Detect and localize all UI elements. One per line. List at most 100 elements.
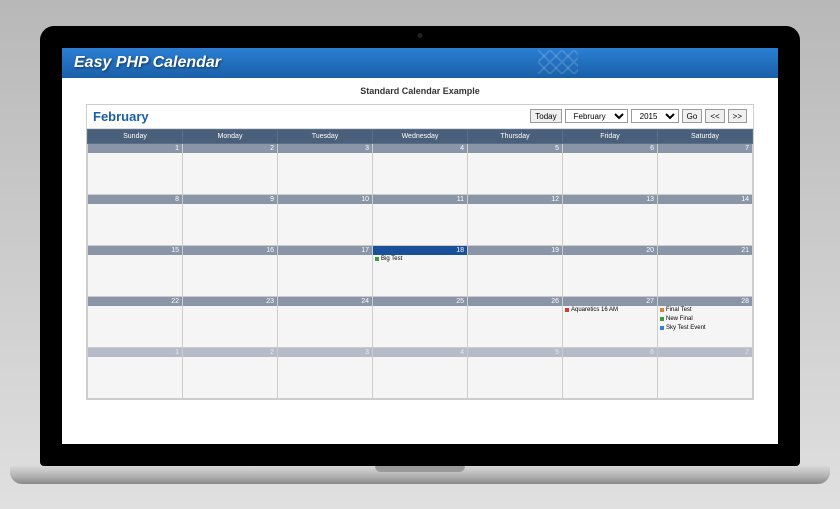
laptop-base [10, 466, 830, 484]
event-color-dot-icon [660, 326, 664, 330]
day-header: Thursday [468, 129, 563, 143]
day-number: 2 [183, 348, 277, 357]
calendar-day-cell[interactable]: 12 [468, 194, 563, 245]
calendar-week-row: 1234567 [88, 347, 753, 398]
day-number: 6 [563, 144, 657, 153]
day-number: 1 [88, 348, 182, 357]
event-color-dot-icon [375, 257, 379, 261]
month-label: February [93, 109, 149, 124]
calendar-day-cell[interactable]: 19 [468, 245, 563, 296]
calendar-event[interactable]: Aquaretics 16 AM [563, 306, 657, 315]
calendar-grid: SundayMondayTuesdayWednesdayThursdayFrid… [87, 129, 753, 399]
calendar-day-cell[interactable]: 22 [88, 296, 183, 347]
laptop-notch [375, 466, 465, 472]
calendar-day-cell[interactable]: 8 [88, 194, 183, 245]
day-number: 14 [658, 195, 752, 204]
day-header: Tuesday [278, 129, 373, 143]
day-number: 23 [183, 297, 277, 306]
header-pattern-icon [538, 50, 578, 74]
calendar-day-cell[interactable]: 24 [278, 296, 373, 347]
calendar-event[interactable]: Big Test [373, 255, 467, 264]
day-header: Saturday [658, 129, 753, 143]
calendar-day-cell[interactable]: 5 [468, 347, 563, 398]
day-number: 26 [468, 297, 562, 306]
calendar-day-cell[interactable]: 28Final TestNew FinalSky Test Event [658, 296, 753, 347]
laptop-frame: Easy PHP Calendar Standard Calendar Exam… [40, 26, 800, 484]
calendar-day-cell[interactable]: 26 [468, 296, 563, 347]
calendar-event[interactable]: Sky Test Event [658, 324, 752, 333]
calendar-day-cell[interactable]: 1 [88, 347, 183, 398]
go-button[interactable]: Go [682, 109, 703, 123]
calendar-day-cell[interactable]: 6 [563, 143, 658, 194]
calendar-day-cell[interactable]: 4 [373, 143, 468, 194]
calendar-day-cell[interactable]: 3 [278, 143, 373, 194]
calendar-day-cell[interactable]: 2 [183, 347, 278, 398]
calendar-day-cell[interactable]: 9 [183, 194, 278, 245]
event-color-dot-icon [660, 308, 664, 312]
day-number: 15 [88, 246, 182, 255]
event-color-dot-icon [565, 308, 569, 312]
today-button[interactable]: Today [530, 109, 561, 123]
calendar-day-cell[interactable]: 16 [183, 245, 278, 296]
day-number: 16 [183, 246, 277, 255]
day-number: 10 [278, 195, 372, 204]
calendar-day-cell[interactable]: 5 [468, 143, 563, 194]
day-number: 1 [88, 144, 182, 153]
calendar-day-cell[interactable]: 25 [373, 296, 468, 347]
day-number: 4 [373, 144, 467, 153]
day-header-row: SundayMondayTuesdayWednesdayThursdayFrid… [88, 129, 753, 143]
calendar-day-cell[interactable]: 15 [88, 245, 183, 296]
day-number: 7 [658, 144, 752, 153]
calendar-day-cell[interactable]: 23 [183, 296, 278, 347]
calendar-day-cell[interactable]: 13 [563, 194, 658, 245]
day-number: 22 [88, 297, 182, 306]
day-number: 3 [278, 348, 372, 357]
day-number: 28 [658, 297, 752, 306]
year-select[interactable]: 2015 [631, 109, 679, 123]
calendar-day-cell[interactable]: 18Big Test [373, 245, 468, 296]
calendar-day-cell[interactable]: 7 [658, 143, 753, 194]
calendar-controls: Today February 2015 Go << >> [530, 109, 747, 123]
day-number: 12 [468, 195, 562, 204]
day-number: 11 [373, 195, 467, 204]
calendar-day-cell[interactable]: 6 [563, 347, 658, 398]
next-button[interactable]: >> [728, 109, 747, 123]
prev-button[interactable]: << [705, 109, 724, 123]
calendar-day-cell[interactable]: 4 [373, 347, 468, 398]
calendar-day-cell[interactable]: 20 [563, 245, 658, 296]
day-header: Wednesday [373, 129, 468, 143]
calendar-day-cell[interactable]: 3 [278, 347, 373, 398]
calendar-week-row: 15161718Big Test192021 [88, 245, 753, 296]
day-number: 7 [658, 348, 752, 357]
calendar-day-cell[interactable]: 11 [373, 194, 468, 245]
day-number: 25 [373, 297, 467, 306]
day-number: 2 [183, 144, 277, 153]
calendar-day-cell[interactable]: 17 [278, 245, 373, 296]
day-number: 5 [468, 144, 562, 153]
day-number: 5 [468, 348, 562, 357]
calendar-day-cell[interactable]: 27Aquaretics 16 AM [563, 296, 658, 347]
calendar-day-cell[interactable]: 1 [88, 143, 183, 194]
day-number: 6 [563, 348, 657, 357]
calendar-day-cell[interactable]: 2 [183, 143, 278, 194]
page-title: Standard Calendar Example [62, 78, 778, 100]
calendar-day-cell[interactable]: 14 [658, 194, 753, 245]
laptop-screen: Easy PHP Calendar Standard Calendar Exam… [40, 26, 800, 466]
calendar-week-row: 222324252627Aquaretics 16 AM28Final Test… [88, 296, 753, 347]
app-title: Easy PHP Calendar [74, 54, 221, 71]
day-header: Monday [183, 129, 278, 143]
calendar-day-cell[interactable]: 21 [658, 245, 753, 296]
day-number: 27 [563, 297, 657, 306]
calendar-day-cell[interactable]: 10 [278, 194, 373, 245]
calendar-day-cell[interactable]: 7 [658, 347, 753, 398]
calendar: February Today February 2015 Go << >> [86, 104, 754, 400]
day-number: 19 [468, 246, 562, 255]
event-color-dot-icon [660, 317, 664, 321]
camera-icon [418, 33, 423, 38]
calendar-event[interactable]: Final Test [658, 306, 752, 315]
day-number: 18 [373, 246, 467, 255]
day-header: Sunday [88, 129, 183, 143]
calendar-event[interactable]: New Final [658, 315, 752, 324]
month-select[interactable]: February [565, 109, 628, 123]
day-header: Friday [563, 129, 658, 143]
